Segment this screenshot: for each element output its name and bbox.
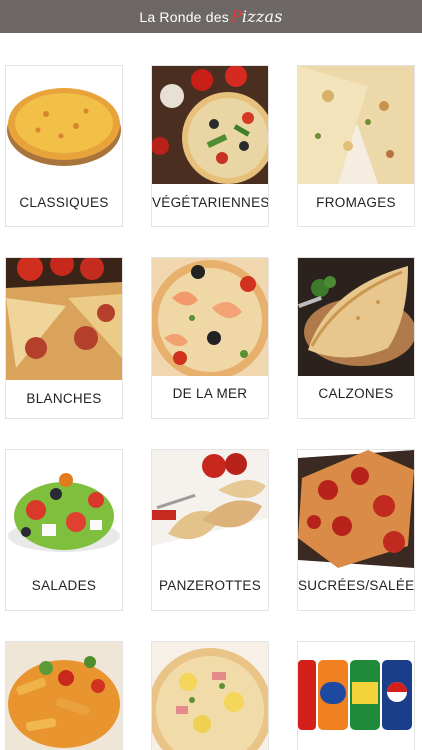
brand-logo-text: Pizzas — [230, 7, 283, 26]
category-tile-classiques[interactable]: CLASSIQUES — [5, 65, 123, 227]
category-tile-sucrees-salees[interactable]: SUCRÉES/SALÉES — [297, 449, 415, 611]
pepperoni-pizza-image — [298, 450, 414, 568]
soda-cans-image — [298, 642, 414, 750]
category-label: PANZEROTTES — [158, 578, 262, 593]
category-label: CLASSIQUES — [19, 195, 109, 210]
category-label: DE LA MER — [172, 386, 248, 401]
app-title-prefix: La Ronde des — [139, 9, 229, 25]
pizza-margherita-image — [6, 66, 122, 184]
white-pizza-image — [6, 258, 122, 380]
category-tile-fromages[interactable]: FROMAGES — [297, 65, 415, 227]
category-tile-blanches[interactable]: BLANCHES — [5, 257, 123, 419]
category-label: SALADES — [31, 578, 97, 593]
app-header: La Ronde des Pizzas — [0, 0, 422, 33]
category-label: SUCRÉES/SALÉES — [298, 578, 415, 593]
category-tile-panzerottes[interactable]: PANZEROTTES — [151, 449, 269, 611]
app-title: La Ronde des Pizzas — [139, 7, 282, 26]
category-tile-salades[interactable]: SALADES — [5, 449, 123, 611]
category-tile-drinks[interactable] — [297, 641, 415, 750]
category-tile-vegetariennes[interactable]: VÉGÉTARIENNES — [151, 65, 269, 227]
category-tile-de-la-mer[interactable]: DE LA MER — [151, 257, 269, 419]
panzerotti-image — [152, 450, 268, 568]
seafood-pizza-image — [152, 258, 268, 376]
cheese-pizza-image — [298, 66, 414, 184]
pizza-ham-image — [152, 642, 268, 750]
category-label: CALZONES — [318, 386, 394, 401]
category-tile-ham-pizza[interactable] — [151, 641, 269, 750]
category-label: BLANCHES — [26, 391, 102, 406]
category-label: FROMAGES — [316, 195, 396, 210]
salad-image — [6, 450, 122, 568]
category-tile-calzones[interactable]: CALZONES — [297, 257, 415, 419]
pasta-image — [6, 642, 122, 750]
category-tile-pasta[interactable] — [5, 641, 123, 750]
vegetable-pizza-image — [152, 66, 268, 184]
calzone-image — [298, 258, 414, 376]
category-label: VÉGÉTARIENNES — [152, 195, 269, 210]
